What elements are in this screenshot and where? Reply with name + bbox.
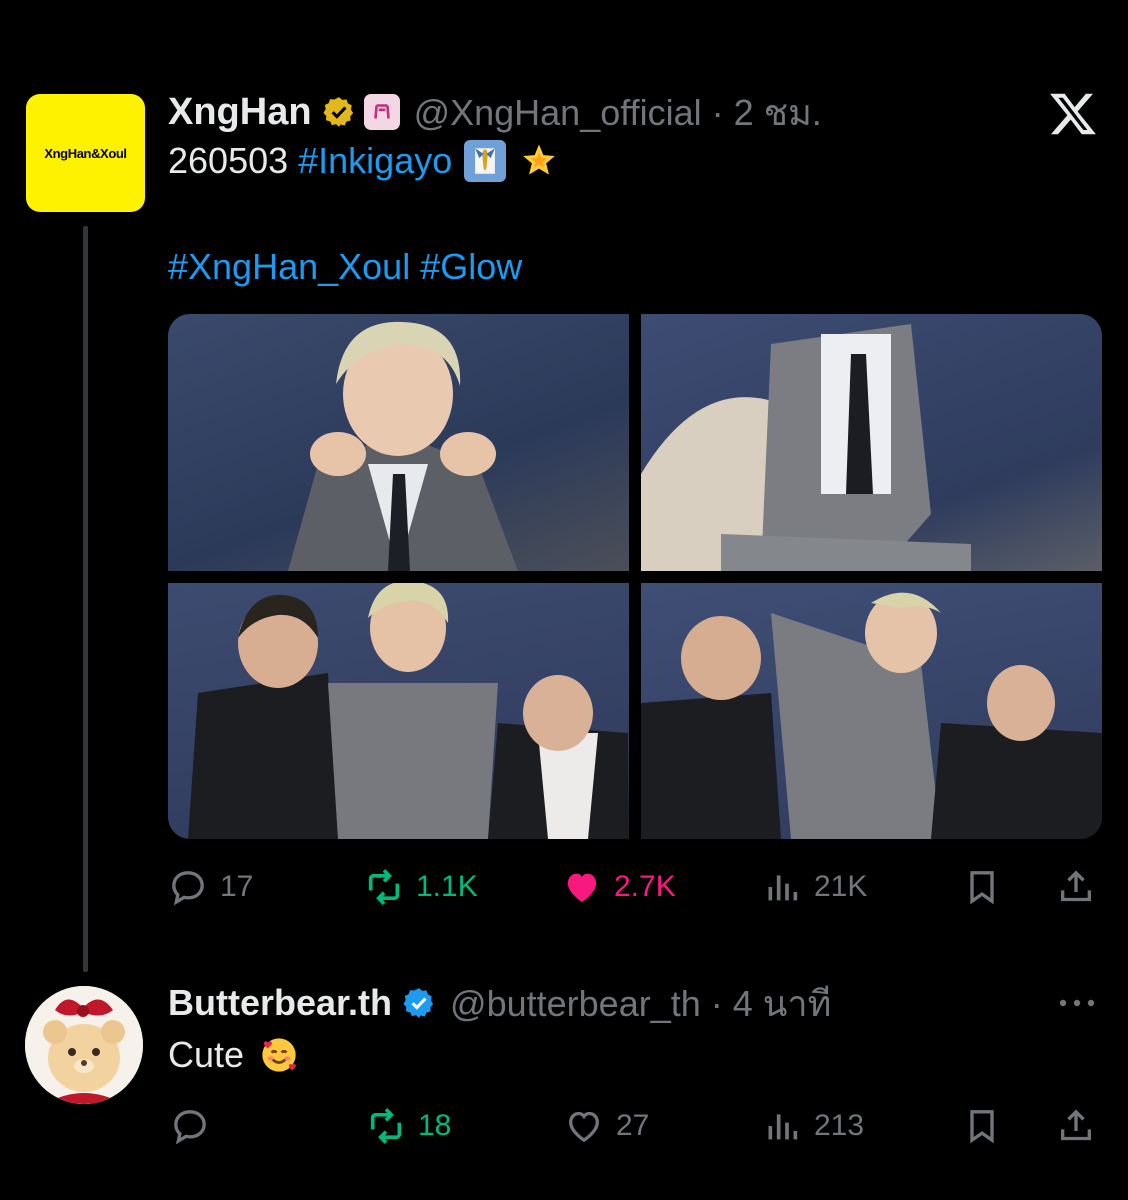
- hashtag-inkigayo[interactable]: #Inkigayo: [298, 140, 452, 182]
- share-icon: [1061, 1109, 1091, 1141]
- views-icon: [768, 1114, 798, 1140]
- reply-bookmark-button[interactable]: [962, 1096, 1002, 1156]
- main-tweet-actions: 17 1.1K 2.7K 21K: [168, 857, 1102, 917]
- avatar-butterbear[interactable]: [25, 986, 143, 1104]
- photo-4[interactable]: [641, 583, 1102, 839]
- bookmark-icon: [970, 1110, 994, 1144]
- views-icon: [768, 875, 798, 901]
- repost-icon: [370, 1108, 402, 1144]
- share-icon: [1061, 870, 1091, 902]
- views-button[interactable]: 21K: [762, 857, 867, 917]
- photo-2[interactable]: [641, 314, 1102, 571]
- main-tweet-header: XngHan @XngHan_official · 2 ชม.: [168, 86, 822, 138]
- photo-1[interactable]: [168, 314, 629, 571]
- reply-icon: [172, 871, 204, 906]
- affiliate-badge-icon: [363, 94, 400, 130]
- reply-views-button[interactable]: 213: [762, 1096, 864, 1156]
- verified-gold-badge-icon: [322, 97, 353, 127]
- x-logo-icon: [1050, 93, 1096, 135]
- reply-like-count: 27: [616, 1109, 650, 1142]
- reply-body: Cute: [168, 1034, 245, 1075]
- repost-button[interactable]: 1.1K: [364, 857, 478, 917]
- tweet-text-line-2: #XngHan_Xoul #Glow: [168, 246, 522, 288]
- more-icon[interactable]: [1055, 993, 1099, 1013]
- like-icon: [567, 873, 597, 902]
- hashtag-glow[interactable]: #Glow: [420, 246, 522, 287]
- like-button[interactable]: 2.7K: [562, 857, 676, 917]
- reply-tweet-actions: 18 27 213: [168, 1096, 1102, 1156]
- reply-repost-count: 18: [418, 1109, 452, 1142]
- reply-share-button[interactable]: [1056, 1096, 1096, 1156]
- photo-3[interactable]: [168, 583, 629, 839]
- reply-tweet-header: Butterbear.th @butterbear_th · 4 นาที: [168, 978, 831, 1028]
- bookmark-button[interactable]: [962, 857, 1002, 917]
- verified-badge-icon: [403, 988, 434, 1018]
- bookmark-icon: [970, 871, 994, 905]
- reply-display-name[interactable]: Butterbear.th: [168, 982, 392, 1024]
- like-count: 2.7K: [614, 870, 676, 903]
- display-name[interactable]: XngHan: [168, 91, 312, 134]
- reply-like-button[interactable]: 27: [564, 1096, 649, 1156]
- hashtag-xnghan-xoul[interactable]: #XngHan_Xoul: [168, 246, 410, 287]
- like-icon: [568, 1111, 600, 1143]
- tweet-text: 260503: [168, 140, 299, 181]
- reply-reply-button[interactable]: [170, 1096, 222, 1156]
- smiling-face-with-hearts-emoji-icon: [258, 1034, 300, 1076]
- reply-icon: [174, 1110, 206, 1145]
- glowing-star-emoji-icon: [518, 140, 560, 182]
- reply-handle-and-time[interactable]: @butterbear_th · 4 นาที: [450, 975, 831, 1032]
- views-count: 21K: [814, 870, 868, 903]
- media-grid[interactable]: [168, 314, 1102, 839]
- repost-icon: [368, 869, 400, 905]
- reply-count: 17: [220, 870, 254, 903]
- reply-button[interactable]: 17: [168, 857, 253, 917]
- reply-views-count: 213: [814, 1109, 865, 1142]
- reply-repost-button[interactable]: 18: [366, 1096, 451, 1156]
- avatar-text: XngHan&Xoul: [44, 145, 127, 161]
- necktie-shirt-emoji-icon: [464, 140, 507, 182]
- thread-line: [83, 226, 88, 972]
- avatar-xnghan[interactable]: XngHan&Xoul: [26, 94, 145, 212]
- handle-and-time[interactable]: @XngHan_official · 2 ชม.: [414, 84, 822, 141]
- share-button[interactable]: [1056, 857, 1096, 917]
- tweet-text-line-1: 260503 #Inkigayo: [168, 140, 560, 182]
- repost-count: 1.1K: [416, 870, 478, 903]
- reply-text: Cute: [168, 1034, 300, 1076]
